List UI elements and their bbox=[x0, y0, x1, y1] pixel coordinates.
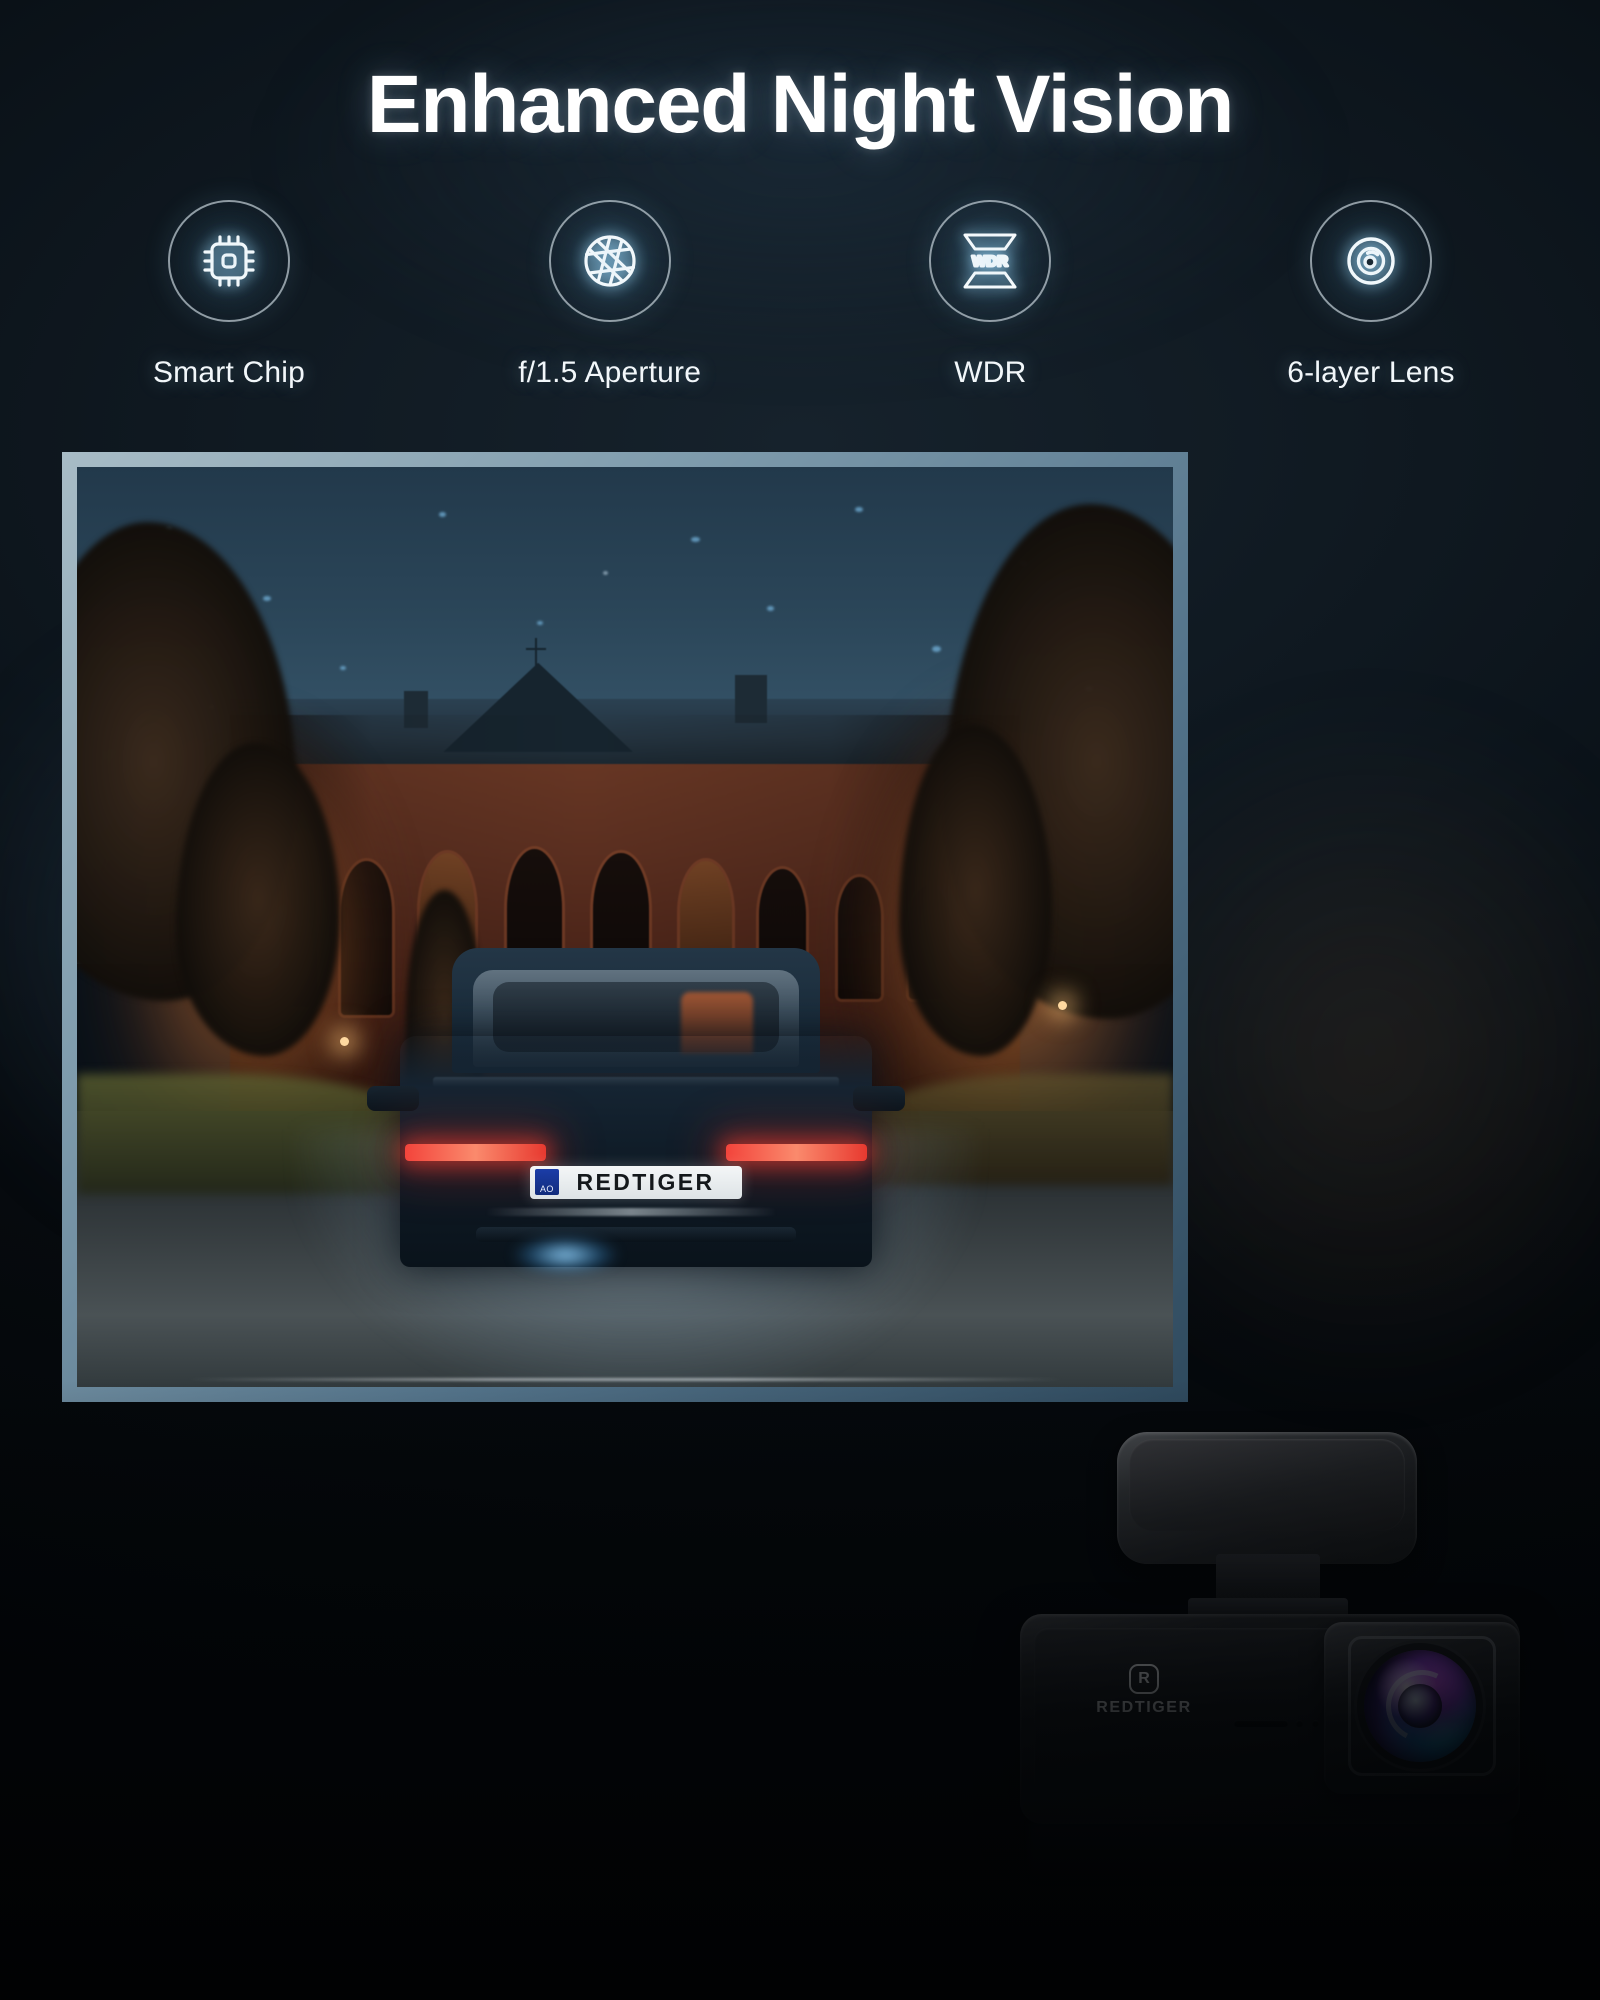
taillight-left bbox=[405, 1143, 547, 1162]
page-title: Enhanced Night Vision bbox=[366, 59, 1234, 150]
side-mirror-right bbox=[852, 1086, 905, 1112]
feature-icon-ring bbox=[148, 180, 310, 342]
svg-text:WDR: WDR bbox=[972, 253, 1008, 270]
smart-chip-icon bbox=[197, 229, 261, 293]
feature-item-lens: 6-layer Lens bbox=[1246, 180, 1496, 390]
feature-item-wdr: WDR WDR bbox=[865, 180, 1115, 390]
feature-icon-ring: WDR bbox=[909, 180, 1072, 342]
license-plate-text: REDTIGER bbox=[576, 1168, 715, 1195]
feature-label: 6-layer Lens bbox=[1287, 356, 1455, 389]
lens-layers-icon bbox=[1339, 229, 1403, 293]
sedan-rear-view: AO REDTIGER bbox=[367, 948, 905, 1280]
street-lamp-right bbox=[1057, 1000, 1067, 1010]
night-scene-photo-frame: AO REDTIGER bbox=[62, 452, 1188, 1402]
license-plate-region: AO bbox=[535, 1169, 559, 1196]
feature-label: f/1.5 Aperture bbox=[518, 356, 702, 389]
wdr-icon: WDR bbox=[955, 229, 1025, 293]
feature-icon-ring bbox=[528, 180, 691, 342]
aperture-icon bbox=[578, 229, 642, 293]
page-background: Enhanced Night Vision Smart Chip f/1.5 A… bbox=[0, 0, 1600, 2000]
feature-label: Smart Chip bbox=[152, 356, 306, 389]
feature-label: WDR bbox=[954, 356, 1027, 389]
rear-badge-strip bbox=[485, 1208, 778, 1216]
feature-item-aperture: f/1.5 Aperture bbox=[485, 180, 735, 390]
feature-icon-ring bbox=[1289, 180, 1452, 342]
night-driving-scene: AO REDTIGER bbox=[77, 467, 1173, 1387]
taillight-right bbox=[725, 1143, 867, 1162]
cross-finial bbox=[526, 638, 547, 667]
background-bottom-fade bbox=[0, 1380, 1600, 2000]
feature-item-smart-chip: Smart Chip bbox=[104, 180, 354, 390]
side-mirror-left bbox=[367, 1086, 420, 1112]
license-plate: AO REDTIGER bbox=[529, 1165, 742, 1199]
feature-list: Smart Chip f/1.5 Aperture WDR WDR 6-laye… bbox=[104, 180, 1496, 390]
headlight-spill bbox=[494, 1229, 636, 1280]
